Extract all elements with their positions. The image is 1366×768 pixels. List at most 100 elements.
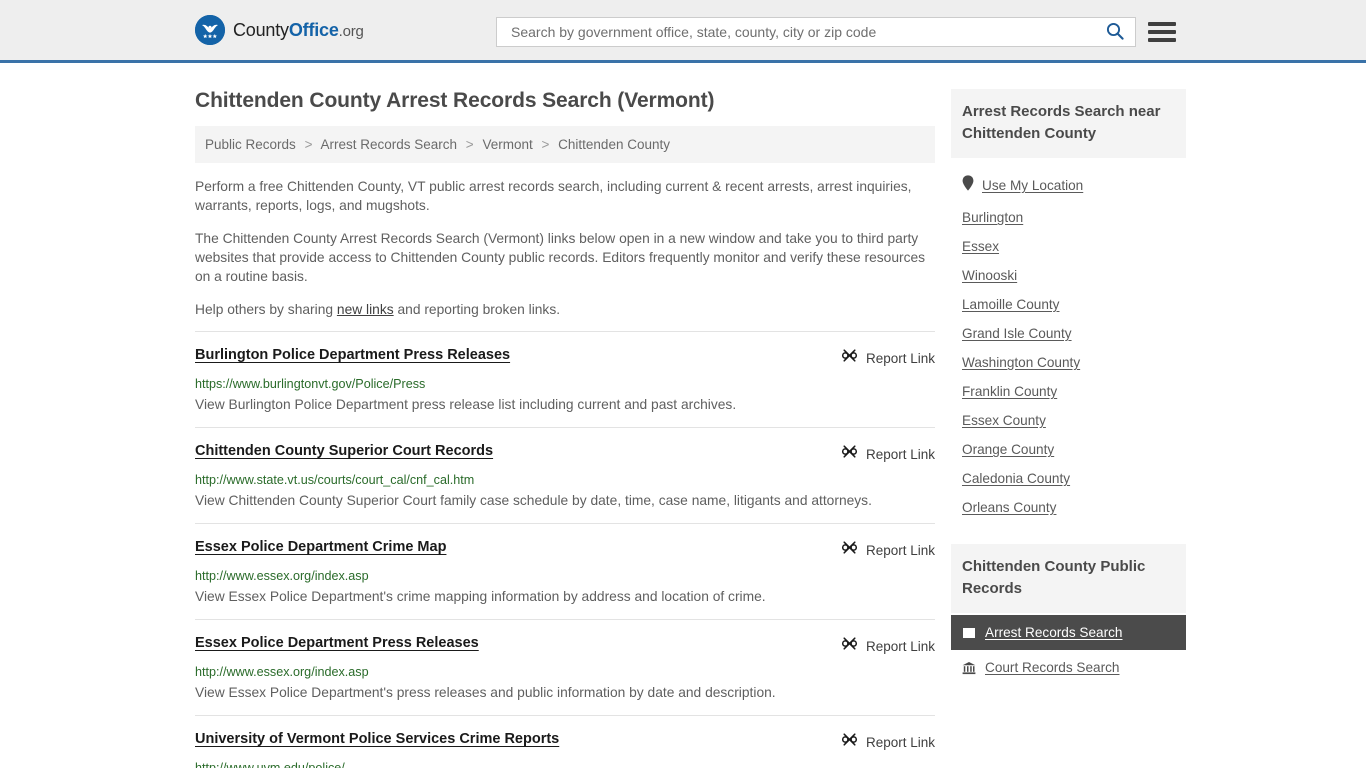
sidebar-section-spacer: [951, 522, 1186, 544]
sidebar: Arrest Records Search near Chittenden Co…: [951, 63, 1186, 768]
sidebar-public-records-heading: Chittenden County Public Records: [951, 544, 1186, 613]
result-header: Essex Police Department Crime Map Report…: [195, 538, 935, 561]
breadcrumb-item-public-records[interactable]: Public Records: [205, 137, 296, 152]
sidebar-nearby-links: Use My Location Burlington Essex Winoosk…: [951, 158, 1186, 522]
site-logo-link[interactable]: CountyOffice.org: [195, 15, 364, 45]
result-title-link[interactable]: Burlington Police Department Press Relea…: [195, 346, 510, 364]
sidebar-item-winooski[interactable]: Winooski: [951, 261, 1186, 290]
result-title-link[interactable]: Essex Police Department Press Releases: [195, 634, 479, 652]
breadcrumb-item-arrest-records-search[interactable]: Arrest Records Search: [320, 137, 457, 152]
result-title-link[interactable]: Chittenden County Superior Court Records: [195, 442, 493, 460]
breadcrumb-separator: >: [304, 137, 313, 152]
sidebar-item-orange-county[interactable]: Orange County: [951, 435, 1186, 464]
result-item: Burlington Police Department Press Relea…: [195, 331, 935, 427]
result-title-link[interactable]: Essex Police Department Crime Map: [195, 538, 446, 556]
hamburger-bar: [1148, 30, 1176, 34]
sidebar-record-label[interactable]: Court Records Search: [985, 660, 1119, 675]
sidebar-link-label[interactable]: Lamoille County: [962, 297, 1059, 312]
sidebar-item-washington-county[interactable]: Washington County: [951, 348, 1186, 377]
sidebar-link-label[interactable]: Washington County: [962, 355, 1080, 370]
result-description: View Chittenden County Superior Court fa…: [195, 493, 872, 508]
report-link-button[interactable]: Report Link: [841, 442, 935, 465]
sidebar-item-essex-county[interactable]: Essex County: [951, 406, 1186, 435]
map-pin-icon: [962, 175, 974, 196]
result-url: https://www.burlingtonvt.gov/Police/Pres…: [195, 377, 426, 391]
sidebar-link-label[interactable]: Orange County: [962, 442, 1054, 457]
result-header: Chittenden County Superior Court Records…: [195, 442, 935, 465]
sidebar-use-my-location[interactable]: Use My Location: [951, 168, 1186, 203]
report-link-label: Report Link: [865, 350, 935, 366]
sidebar-item-orleans-county[interactable]: Orleans County: [951, 493, 1186, 522]
sidebar-use-my-location-label[interactable]: Use My Location: [982, 178, 1083, 193]
result-item: Chittenden County Superior Court Records…: [195, 427, 935, 523]
sidebar-nearby-heading: Arrest Records Search near Chittenden Co…: [951, 89, 1186, 158]
sidebar-link-label[interactable]: Essex: [962, 239, 999, 254]
hamburger-bar: [1148, 22, 1176, 26]
search-button[interactable]: [1103, 21, 1127, 44]
result-url: http://www.essex.org/index.asp: [195, 569, 369, 583]
report-link-button[interactable]: Report Link: [841, 538, 935, 561]
sidebar-link-label[interactable]: Franklin County: [962, 384, 1057, 399]
sidebar-link-label[interactable]: Winooski: [962, 268, 1017, 283]
broken-chain-icon: [841, 443, 858, 465]
sidebar-item-franklin-county[interactable]: Franklin County: [951, 377, 1186, 406]
result-title-link[interactable]: University of Vermont Police Services Cr…: [195, 730, 559, 748]
sidebar-item-lamoille-county[interactable]: Lamoille County: [951, 290, 1186, 319]
page-body: Chittenden County Arrest Records Search …: [0, 63, 1366, 768]
result-header: University of Vermont Police Services Cr…: [195, 730, 935, 753]
report-link-label: Report Link: [865, 446, 935, 462]
breadcrumb: Public Records > Arrest Records Search >…: [195, 126, 935, 163]
result-header: Essex Police Department Press Releases R…: [195, 634, 935, 657]
intro-paragraph-2: The Chittenden County Arrest Records Sea…: [195, 231, 926, 284]
new-links-link[interactable]: new links: [337, 302, 394, 317]
hamburger-bar: [1148, 38, 1176, 42]
sidebar-item-caledonia-county[interactable]: Caledonia County: [951, 464, 1186, 493]
result-header: Burlington Police Department Press Relea…: [195, 346, 935, 369]
result-url: http://www.essex.org/index.asp: [195, 665, 369, 679]
document-icon: [962, 626, 976, 640]
courthouse-icon: [962, 661, 976, 675]
brand-part-office: Office: [288, 19, 339, 40]
sidebar-link-label[interactable]: Burlington: [962, 210, 1023, 225]
sidebar-link-label[interactable]: Caledonia County: [962, 471, 1070, 486]
breadcrumb-item-chittenden-county: Chittenden County: [558, 137, 670, 152]
sidebar-item-arrest-records-search[interactable]: Arrest Records Search: [951, 615, 1186, 650]
result-item: Essex Police Department Crime Map Report…: [195, 523, 935, 619]
report-link-label: Report Link: [865, 542, 935, 558]
brand-part-tld: .org: [338, 22, 364, 40]
intro-text: Perform a free Chittenden County, VT pub…: [195, 177, 935, 319]
sidebar-record-label[interactable]: Arrest Records Search: [985, 625, 1123, 640]
breadcrumb-separator: >: [541, 137, 550, 152]
help-text-before: Help others by sharing: [195, 302, 337, 317]
main-content: Chittenden County Arrest Records Search …: [195, 63, 935, 768]
sidebar-item-court-records-search[interactable]: Court Records Search: [951, 650, 1186, 685]
breadcrumb-separator: >: [465, 137, 474, 152]
sidebar-link-label[interactable]: Essex County: [962, 413, 1046, 428]
result-url: http://www.state.vt.us/courts/court_cal/…: [195, 473, 475, 487]
report-link-button[interactable]: Report Link: [841, 730, 935, 753]
result-url: http://www.uvm.edu/police/: [195, 761, 345, 768]
help-text-after: and reporting broken links.: [393, 302, 561, 317]
sidebar-link-label[interactable]: Orleans County: [962, 500, 1056, 515]
report-link-button[interactable]: Report Link: [841, 346, 935, 369]
sidebar-item-essex[interactable]: Essex: [951, 232, 1186, 261]
report-link-label: Report Link: [865, 638, 935, 654]
eagle-stars-logo-icon: [195, 15, 225, 45]
result-description: View Essex Police Department's crime map…: [195, 589, 766, 604]
search-input[interactable]: [509, 19, 1103, 45]
hamburger-menu-icon[interactable]: [1148, 20, 1176, 44]
sidebar-link-label[interactable]: Grand Isle County: [962, 326, 1072, 341]
sidebar-item-grand-isle-county[interactable]: Grand Isle County: [951, 319, 1186, 348]
result-description: View Essex Police Department's press rel…: [195, 685, 776, 700]
result-item: Essex Police Department Press Releases R…: [195, 619, 935, 715]
broken-chain-icon: [841, 347, 858, 369]
report-link-button[interactable]: Report Link: [841, 634, 935, 657]
search-bar[interactable]: [496, 17, 1136, 47]
sidebar-item-burlington[interactable]: Burlington: [951, 203, 1186, 232]
site-header: CountyOffice.org: [0, 0, 1366, 63]
help-others-line: Help others by sharing new links and rep…: [195, 300, 935, 319]
broken-chain-icon: [841, 731, 858, 753]
breadcrumb-item-vermont[interactable]: Vermont: [482, 137, 532, 152]
report-link-label: Report Link: [865, 734, 935, 750]
intro-paragraph-1: Perform a free Chittenden County, VT pub…: [195, 179, 912, 213]
